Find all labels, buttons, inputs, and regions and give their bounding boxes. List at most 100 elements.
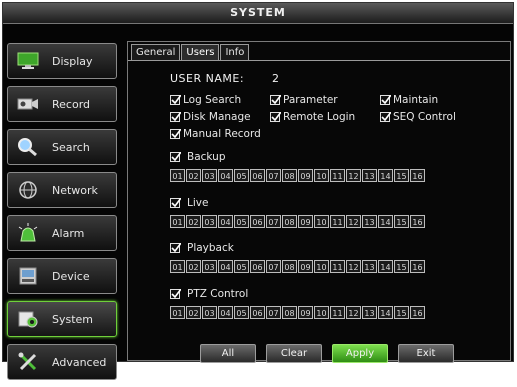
sidebar-item-advanced[interactable]: Advanced <box>7 344 117 380</box>
channel-box[interactable]: 10 <box>314 215 329 228</box>
channel-box[interactable]: 16 <box>410 169 425 182</box>
channel-box[interactable]: 07 <box>266 215 281 228</box>
check-icon <box>170 289 181 299</box>
log-search-checkbox[interactable]: Log Search <box>170 94 241 106</box>
sidebar-item-label: Search <box>52 140 90 154</box>
live-checkbox[interactable]: Live <box>170 197 208 209</box>
channel-box[interactable]: 01 <box>170 215 185 228</box>
channel-box[interactable]: 08 <box>282 169 297 182</box>
ptz-channel-row: 01 02 03 04 05 06 07 08 09 10 11 12 13 14 15 16 <box>170 306 426 319</box>
sidebar-item-system[interactable]: System <box>7 301 117 337</box>
channel-box[interactable]: 16 <box>410 215 425 228</box>
channel-box[interactable]: 12 <box>346 169 361 182</box>
channel-box[interactable]: 01 <box>170 169 185 182</box>
playback-checkbox[interactable]: Playback <box>170 242 234 254</box>
manual-record-checkbox[interactable]: Manual Record <box>170 128 261 140</box>
remote-login-checkbox[interactable]: Remote Login <box>270 111 355 123</box>
channel-box[interactable]: 12 <box>346 260 361 273</box>
channel-box[interactable]: 02 <box>186 306 201 319</box>
channel-box[interactable]: 02 <box>186 169 201 182</box>
channel-box[interactable]: 16 <box>410 260 425 273</box>
channel-box[interactable]: 14 <box>378 215 393 228</box>
check-icon <box>380 95 391 105</box>
check-icon <box>380 112 391 122</box>
sidebar-item-search[interactable]: Search <box>7 129 117 165</box>
channel-box[interactable]: 14 <box>378 306 393 319</box>
backup-checkbox[interactable]: Backup <box>170 151 226 163</box>
channel-box[interactable]: 14 <box>378 260 393 273</box>
channel-box[interactable]: 11 <box>330 215 345 228</box>
channel-box[interactable]: 15 <box>394 215 409 228</box>
tab-users[interactable]: Users <box>181 44 220 60</box>
channel-box[interactable]: 11 <box>330 306 345 319</box>
channel-box[interactable]: 06 <box>250 306 265 319</box>
channel-box[interactable]: 08 <box>282 260 297 273</box>
check-icon <box>170 152 181 162</box>
channel-box[interactable]: 05 <box>234 306 249 319</box>
channel-box[interactable]: 15 <box>394 306 409 319</box>
channel-box[interactable]: 07 <box>266 306 281 319</box>
channel-box[interactable]: 07 <box>266 169 281 182</box>
channel-box[interactable]: 10 <box>314 260 329 273</box>
channel-box[interactable]: 03 <box>202 215 217 228</box>
channel-box[interactable]: 15 <box>394 169 409 182</box>
channel-box[interactable]: 13 <box>362 260 377 273</box>
tab-general[interactable]: General <box>131 44 181 60</box>
channel-box[interactable]: 03 <box>202 260 217 273</box>
sidebar-item-label: Display <box>52 54 93 68</box>
channel-box[interactable]: 08 <box>282 215 297 228</box>
channel-box[interactable]: 09 <box>298 306 313 319</box>
channel-box[interactable]: 06 <box>250 215 265 228</box>
channel-box[interactable]: 14 <box>378 169 393 182</box>
sidebar-item-display[interactable]: Display <box>7 43 117 79</box>
channel-box[interactable]: 04 <box>218 169 233 182</box>
channel-box[interactable]: 11 <box>330 260 345 273</box>
channel-box[interactable]: 10 <box>314 306 329 319</box>
sidebar-item-network[interactable]: Network <box>7 172 117 208</box>
all-button[interactable]: All <box>200 344 256 363</box>
channel-box[interactable]: 04 <box>218 306 233 319</box>
channel-box[interactable]: 01 <box>170 260 185 273</box>
channel-box[interactable]: 03 <box>202 169 217 182</box>
channel-box[interactable]: 06 <box>250 169 265 182</box>
ptz-control-checkbox[interactable]: PTZ Control <box>170 288 248 300</box>
channel-box[interactable]: 04 <box>218 260 233 273</box>
maintain-checkbox[interactable]: Maintain <box>380 94 438 106</box>
channel-box[interactable]: 05 <box>234 215 249 228</box>
disk-manage-checkbox[interactable]: Disk Manage <box>170 111 251 123</box>
seq-control-checkbox[interactable]: SEQ Control <box>380 111 456 123</box>
channel-box[interactable]: 09 <box>298 169 313 182</box>
channel-box[interactable]: 05 <box>234 260 249 273</box>
channel-box[interactable]: 08 <box>282 306 297 319</box>
tab-info[interactable]: Info <box>220 44 250 60</box>
exit-button[interactable]: Exit <box>398 344 454 363</box>
apply-button[interactable]: Apply <box>332 344 388 363</box>
channel-box[interactable]: 15 <box>394 260 409 273</box>
channel-box[interactable]: 12 <box>346 215 361 228</box>
channel-box[interactable]: 10 <box>314 169 329 182</box>
clear-button[interactable]: Clear <box>266 344 322 363</box>
channel-box[interactable]: 13 <box>362 215 377 228</box>
channel-box[interactable]: 06 <box>250 260 265 273</box>
remote-login-label: Remote Login <box>283 111 356 123</box>
sidebar-item-device[interactable]: Device <box>7 258 117 294</box>
channel-box[interactable]: 01 <box>170 306 185 319</box>
channel-box[interactable]: 09 <box>298 215 313 228</box>
channel-box[interactable]: 09 <box>298 260 313 273</box>
channel-box[interactable]: 07 <box>266 260 281 273</box>
channel-box[interactable]: 03 <box>202 306 217 319</box>
channel-box[interactable]: 16 <box>410 306 425 319</box>
channel-box[interactable]: 05 <box>234 169 249 182</box>
channel-box[interactable]: 02 <box>186 215 201 228</box>
sidebar-item-record[interactable]: Record <box>7 86 117 122</box>
tab-divider <box>128 60 510 61</box>
channel-box[interactable]: 13 <box>362 169 377 182</box>
channel-box[interactable]: 02 <box>186 260 201 273</box>
channel-box[interactable]: 11 <box>330 169 345 182</box>
parameter-checkbox[interactable]: Parameter <box>270 94 338 106</box>
sidebar-item-alarm[interactable]: Alarm <box>7 215 117 251</box>
channel-box[interactable]: 13 <box>362 306 377 319</box>
channel-box[interactable]: 12 <box>346 306 361 319</box>
channel-box[interactable]: 04 <box>218 215 233 228</box>
sidebar-item-label: System <box>52 312 94 326</box>
